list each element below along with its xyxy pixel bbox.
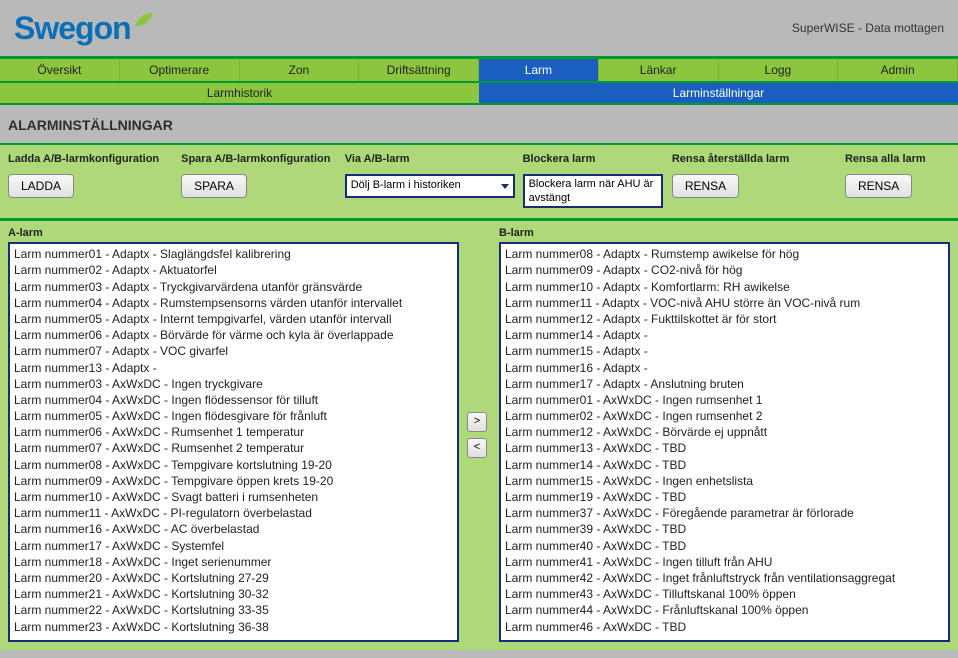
- move-left-button[interactable]: <: [467, 438, 487, 458]
- list-item[interactable]: Larm nummer18 - AxWxDC - Inget serienumm…: [14, 554, 453, 570]
- list-item[interactable]: Larm nummer04 - Adaptx - Rumstempsensorn…: [14, 295, 453, 311]
- logo: Swegon: [14, 10, 155, 47]
- list-item[interactable]: Larm nummer19 - AxWxDC - TBD: [505, 489, 944, 505]
- tab-lankar[interactable]: Länkar: [599, 59, 719, 81]
- reset-all-label: Rensa alla larm: [845, 153, 950, 166]
- block-option[interactable]: Blockera larm när AHU är avstängt: [523, 174, 663, 208]
- list-item[interactable]: Larm nummer15 - Adaptx -: [505, 343, 944, 359]
- b-alarm-column: B-larm Larm nummer08 - Adaptx - Rumstemp…: [499, 227, 950, 642]
- main-tabs: Översikt Optimerare Zon Driftsättning La…: [0, 56, 958, 83]
- tab-driftsattning[interactable]: Driftsättning: [359, 59, 479, 81]
- list-item[interactable]: Larm nummer06 - Adaptx - Börvärde för vä…: [14, 327, 453, 343]
- transfer-buttons: > <: [467, 227, 491, 642]
- list-item[interactable]: Larm nummer39 - AxWxDC - TBD: [505, 521, 944, 537]
- list-item[interactable]: Larm nummer01 - Adaptx - Slaglängdsfel k…: [14, 246, 453, 262]
- block-label: Blockera larm: [523, 153, 666, 166]
- list-item[interactable]: Larm nummer09 - AxWxDC - Tempgivare öppe…: [14, 473, 453, 489]
- list-item[interactable]: Larm nummer43 - AxWxDC - Tilluftskanal 1…: [505, 586, 944, 602]
- tab-logg[interactable]: Logg: [719, 59, 839, 81]
- list-item[interactable]: Larm nummer11 - AxWxDC - PI-regulatorn ö…: [14, 505, 453, 521]
- tab-oversikt[interactable]: Översikt: [0, 59, 120, 81]
- config-toolbar: Ladda A/B-larmkonfiguration LADDA Spara …: [0, 145, 958, 221]
- list-item[interactable]: Larm nummer23 - AxWxDC - Kortslutning 36…: [14, 619, 453, 635]
- via-label: Via A/B-larm: [345, 153, 517, 166]
- tab-admin[interactable]: Admin: [838, 59, 958, 81]
- list-item[interactable]: Larm nummer14 - Adaptx -: [505, 327, 944, 343]
- list-item[interactable]: Larm nummer14 - AxWxDC - TBD: [505, 457, 944, 473]
- list-item[interactable]: Larm nummer40 - AxWxDC - TBD: [505, 538, 944, 554]
- list-item[interactable]: Larm nummer05 - Adaptx - Internt tempgiv…: [14, 311, 453, 327]
- list-item[interactable]: Larm nummer17 - AxWxDC - Systemfel: [14, 538, 453, 554]
- list-item[interactable]: Larm nummer21 - AxWxDC - Kortslutning 30…: [14, 586, 453, 602]
- sub-tabs: Larmhistorik Larminställningar: [0, 83, 958, 105]
- save-label: Spara A/B-larmkonfiguration: [181, 153, 339, 166]
- list-item[interactable]: Larm nummer08 - AxWxDC - Tempgivare kort…: [14, 457, 453, 473]
- list-item[interactable]: Larm nummer07 - AxWxDC - Rumsenhet 2 tem…: [14, 440, 453, 456]
- list-item[interactable]: Larm nummer12 - Adaptx - Fukttilskottet …: [505, 311, 944, 327]
- list-item[interactable]: Larm nummer02 - Adaptx - Aktuatorfel: [14, 262, 453, 278]
- a-alarm-list[interactable]: Larm nummer01 - Adaptx - Slaglängdsfel k…: [8, 242, 459, 642]
- reset-restored-button[interactable]: RENSA: [672, 174, 739, 198]
- list-item[interactable]: Larm nummer16 - AxWxDC - AC överbelastad: [14, 521, 453, 537]
- list-item[interactable]: Larm nummer17 - Adaptx - Anslutning brut…: [505, 376, 944, 392]
- list-item[interactable]: Larm nummer08 - Adaptx - Rumstemp awikel…: [505, 246, 944, 262]
- save-button[interactable]: SPARA: [181, 174, 247, 198]
- list-item[interactable]: Larm nummer01 - AxWxDC - Ingen rumsenhet…: [505, 392, 944, 408]
- list-item[interactable]: Larm nummer03 - Adaptx - Tryckgivarvärde…: [14, 279, 453, 295]
- list-item[interactable]: Larm nummer44 - AxWxDC - Frånluftskanal …: [505, 602, 944, 618]
- list-item[interactable]: Larm nummer02 - AxWxDC - Ingen rumsenhet…: [505, 408, 944, 424]
- list-item[interactable]: Larm nummer41 - AxWxDC - Ingen tilluft f…: [505, 554, 944, 570]
- b-alarm-label: B-larm: [499, 227, 950, 242]
- page-title: ALARMINSTÄLLNINGAR: [8, 117, 950, 133]
- b-alarm-list[interactable]: Larm nummer08 - Adaptx - Rumstemp awikel…: [499, 242, 950, 642]
- list-item[interactable]: Larm nummer15 - AxWxDC - Ingen enhetslis…: [505, 473, 944, 489]
- tab-zon[interactable]: Zon: [240, 59, 360, 81]
- alarm-section: A-larm Larm nummer01 - Adaptx - Slagläng…: [0, 221, 958, 650]
- list-item[interactable]: Larm nummer11 - Adaptx - VOC-nivå AHU st…: [505, 295, 944, 311]
- subtab-larminstallningar[interactable]: Larminställningar: [479, 83, 958, 103]
- list-item[interactable]: Larm nummer04 - AxWxDC - Ingen flödessen…: [14, 392, 453, 408]
- a-alarm-column: A-larm Larm nummer01 - Adaptx - Slagläng…: [8, 227, 459, 642]
- page-title-area: ALARMINSTÄLLNINGAR: [0, 105, 958, 145]
- list-item[interactable]: Larm nummer20 - AxWxDC - Kortslutning 27…: [14, 570, 453, 586]
- list-item[interactable]: Larm nummer22 - AxWxDC - Kortslutning 33…: [14, 602, 453, 618]
- load-label: Ladda A/B-larmkonfiguration: [8, 153, 175, 166]
- leaf-icon: [133, 11, 155, 32]
- list-item[interactable]: Larm nummer07 - Adaptx - VOC givarfel: [14, 343, 453, 359]
- list-item[interactable]: Larm nummer09 - Adaptx - CO2-nivå för hö…: [505, 262, 944, 278]
- load-button[interactable]: LADDA: [8, 174, 74, 198]
- reset-all-button[interactable]: RENSA: [845, 174, 912, 198]
- move-right-button[interactable]: >: [467, 412, 487, 432]
- brand-name: Swegon: [14, 10, 131, 47]
- tab-optimerare[interactable]: Optimerare: [120, 59, 240, 81]
- list-item[interactable]: Larm nummer06 - AxWxDC - Rumsenhet 1 tem…: [14, 424, 453, 440]
- a-alarm-label: A-larm: [8, 227, 459, 242]
- reset-restored-label: Rensa återställda larm: [672, 153, 839, 166]
- list-item[interactable]: Larm nummer37 - AxWxDC - Föregående para…: [505, 505, 944, 521]
- via-select[interactable]: Dölj B-larm i historiken: [345, 174, 515, 198]
- subtab-larmhistorik[interactable]: Larmhistorik: [0, 83, 479, 103]
- list-item[interactable]: Larm nummer13 - AxWxDC - TBD: [505, 440, 944, 456]
- list-item[interactable]: Larm nummer10 - Adaptx - Komfortlarm: RH…: [505, 279, 944, 295]
- list-item[interactable]: Larm nummer10 - AxWxDC - Svagt batteri i…: [14, 489, 453, 505]
- list-item[interactable]: Larm nummer03 - AxWxDC - Ingen tryckgiva…: [14, 376, 453, 392]
- list-item[interactable]: Larm nummer05 - AxWxDC - Ingen flödesgiv…: [14, 408, 453, 424]
- list-item[interactable]: Larm nummer42 - AxWxDC - Inget frånlufts…: [505, 570, 944, 586]
- tab-larm[interactable]: Larm: [479, 59, 599, 81]
- list-item[interactable]: Larm nummer46 - AxWxDC - TBD: [505, 619, 944, 635]
- status-text: SuperWISE - Data mottagen: [792, 21, 944, 35]
- list-item[interactable]: Larm nummer13 - Adaptx -: [14, 360, 453, 376]
- header: Swegon SuperWISE - Data mottagen: [0, 0, 958, 56]
- list-item[interactable]: Larm nummer16 - Adaptx -: [505, 360, 944, 376]
- list-item[interactable]: Larm nummer12 - AxWxDC - Börvärde ej upp…: [505, 424, 944, 440]
